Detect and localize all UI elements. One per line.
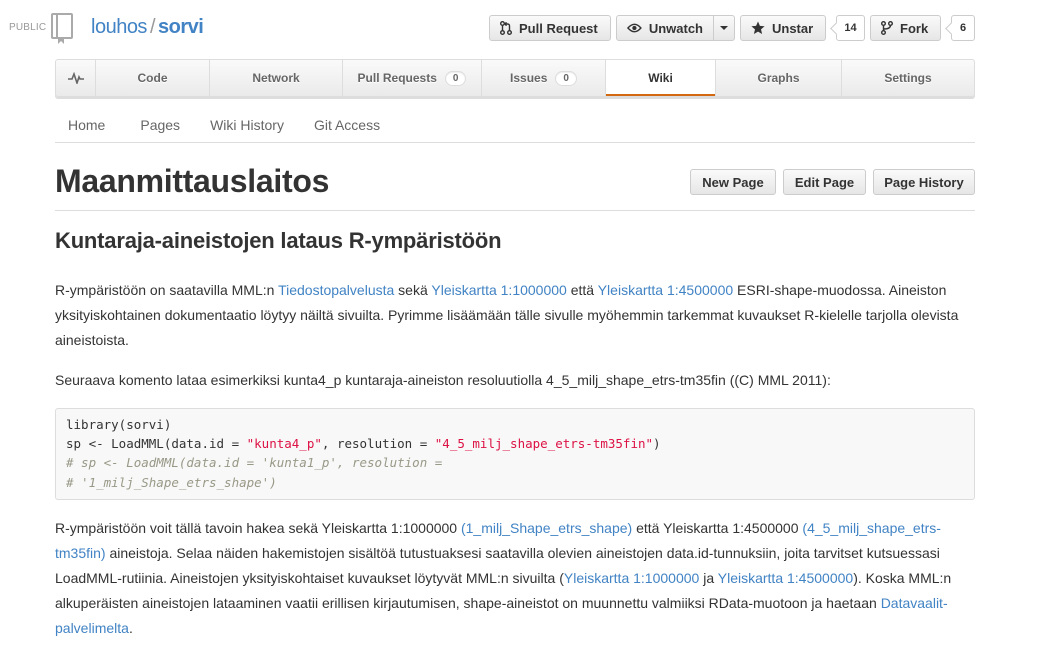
page-title: Maanmittauslaitos [55,163,330,199]
milj-shape-link[interactable]: (1_milj_Shape_etrs_shape) [461,520,632,536]
mml-yleiskartta-1m-link[interactable]: Yleiskartta 1:1000000 [564,570,699,586]
visibility-label: PUBLIC [9,22,47,33]
code-line-1: library(sorvi) [66,417,172,432]
code-comment-line-1: # sp <- LoadMML(data.id = 'kunta1_p', re… [66,455,443,471]
wiki-nav-git-access[interactable]: Git Access [297,108,393,142]
intro-text-1: R-ympäristöön on saatavilla MML:n [55,282,279,298]
section-heading: Kuntaraja-aineistojen lataus R-ympäristö… [55,228,502,253]
tab-pulse[interactable] [56,60,96,96]
repo-tab-bar: Code Network Pull Requests 0 Issues 0 Wi… [55,59,975,97]
code-line-2-start: sp <- LoadMML(data.id = [66,436,247,452]
wiki-subnav: Home Pages Wiki History Git Access [55,108,975,143]
command-paragraph: Seuraava komento lataa esimerkiksi kunta… [55,372,831,388]
pull-request-label: Pull Request [519,20,598,36]
star-count[interactable]: 14 [836,15,865,41]
issues-count-badge: 0 [555,70,577,86]
datasets-text-1: R-ympäristöön voit tällä tavoin hakea se… [55,519,461,536]
repo-title-separator: / [149,16,156,38]
tab-graphs-label: Graphs [757,71,800,85]
tab-pull-requests[interactable]: Pull Requests 0 [343,60,482,96]
tab-pull-requests-label: Pull Requests [357,71,437,85]
tab-settings[interactable]: Settings [842,60,974,96]
repo-owner-link[interactable]: louhos [91,16,147,38]
tab-issues[interactable]: Issues 0 [482,60,606,96]
unstar-label: Unstar [772,20,814,36]
wiki-content: Kuntaraja-aineistojen lataus R-ympäristö… [55,228,975,650]
pull-request-button[interactable]: Pull Request [489,15,611,41]
repo-book-icon [50,13,76,45]
wiki-nav-history[interactable]: Wiki History [193,108,297,142]
tab-wiki-label: Wiki [648,71,673,85]
caret-down-icon [720,26,728,30]
pull-requests-count-badge: 0 [444,70,467,86]
star-icon [751,21,765,34]
yleiskartta-1m-link[interactable]: Yleiskartta 1:1000000 [431,282,566,298]
code-string-resolution: "4_5_milj_shape_etrs-tm35fin" [434,436,654,452]
title-divider [55,210,975,211]
fork-count[interactable]: 6 [951,15,975,41]
eye-icon [627,23,642,33]
code-line-2-middle: , resolution = [321,436,435,452]
tab-settings-label: Settings [884,71,932,85]
fork-button[interactable]: Fork [870,15,941,41]
code-line-2: sp <- LoadMML(data.id = "kunta4_p", reso… [66,434,964,453]
tab-graphs[interactable]: Graphs [716,60,842,96]
tab-network-label: Network [252,71,300,85]
edit-page-button[interactable]: Edit Page [783,169,866,195]
intro-text-2: sekä [394,282,432,298]
intro-text-3: että [566,282,598,298]
datasets-text-6: . [128,619,133,636]
mml-yleiskartta-4-5m-link[interactable]: Yleiskartta 1:4500000 [718,570,853,586]
code-string-data-id: "kunta4_p" [246,436,322,452]
unwatch-button[interactable]: Unwatch [616,15,714,41]
datasets-text-2: että Yleiskartta 1:4500000 [632,519,803,536]
tab-code[interactable]: Code [96,60,210,96]
datasets-paragraph: R-ympäristöön voit tällä tavoin hakea se… [55,516,975,641]
code-comment-line-2: # '1_milj_Shape_etrs_shape') [66,474,277,490]
repo-title: louhos / sorvi [91,16,204,39]
datasets-text-4: ja [699,569,718,586]
unstar-button[interactable]: Unstar [740,15,826,41]
page-history-button[interactable]: Page History [873,169,975,195]
code-line-2-end: ) [653,436,661,452]
tab-network[interactable]: Network [210,60,343,96]
watch-options-dropdown[interactable] [713,15,735,41]
wiki-nav-pages[interactable]: Pages [118,108,193,142]
fork-icon [881,21,893,35]
tab-issues-label: Issues [510,71,548,85]
yleiskartta-4-5m-link[interactable]: Yleiskartta 1:4500000 [598,282,733,298]
tab-code-label: Code [137,71,168,85]
intro-paragraph: R-ympäristöön on saatavilla MML:n Tiedos… [55,278,975,353]
repo-header: PUBLIC louhos / sorvi Pull Request Unwatch [0,0,1038,55]
fork-label: Fork [900,20,929,36]
unwatch-label: Unwatch [648,20,703,36]
tab-wiki[interactable]: Wiki [606,60,716,96]
repo-name-link[interactable]: sorvi [158,16,204,38]
code-block: library(sorvi) sp <- LoadMML(data.id = "… [55,408,975,500]
wiki-nav-home[interactable]: Home [55,108,118,142]
tiedostopalvelu-link[interactable]: Tiedostopalvelusta [278,282,394,298]
pulse-icon [67,72,84,84]
new-page-button[interactable]: New Page [690,169,776,195]
pull-request-icon [500,21,512,35]
